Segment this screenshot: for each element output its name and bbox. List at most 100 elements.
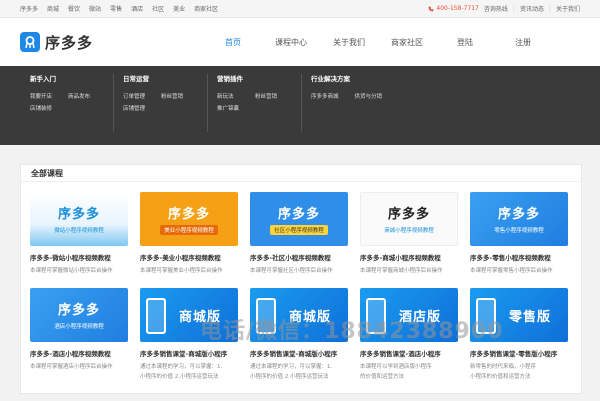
divider (113, 74, 114, 132)
thumb-title: 序多多 (57, 207, 100, 222)
course-desc: 通过本课程的学习，可以掌握：1. (140, 364, 223, 370)
link-hotline[interactable]: 咨询热线 (484, 4, 508, 13)
menu-column-title: 日常运营 (123, 75, 149, 83)
course-desc-line2: 的价值和运营方法 (360, 374, 405, 380)
menu-link[interactable]: 推广锦囊 (217, 104, 239, 112)
menu-link[interactable]: 订单管理 (123, 92, 145, 100)
menu-column-solutions: 行业解决方案 序多多商城 供货与分销 (311, 73, 382, 100)
menu-link[interactable]: 店铺管理 (123, 104, 145, 112)
logo[interactable]: 序多多 (20, 32, 170, 53)
course-title[interactable]: 序多多-社区小程序视频教程 (250, 252, 348, 262)
menu-link[interactable]: 新玩法 (217, 92, 239, 100)
course-desc: 本课程可掌握社区小程序后台操作 (250, 268, 333, 274)
logo-icon (20, 32, 40, 52)
top-link-catering[interactable]: 餐饮 (68, 4, 80, 13)
thumb-title: 零售版 (508, 309, 551, 325)
phone-illustration (146, 298, 166, 334)
main-nav: 首页 课程中心 关于我们 商家社区 登陆 注册 (204, 37, 552, 48)
course-title[interactable]: 序多多-美业小程序视频教程 (140, 252, 238, 262)
divider (301, 74, 302, 132)
course-thumbnail[interactable]: 序多多 商城小程序视频教程 (360, 192, 458, 246)
menu-column-title: 营销插件 (217, 75, 243, 83)
course-desc: 本课程可掌握酒店小程序后台操作 (30, 364, 113, 370)
course-thumbnail[interactable]: 序多多 零售小程序视频教程 (470, 192, 568, 246)
course-thumbnail[interactable]: 序多多 酒店小程序视频教程 (30, 288, 128, 342)
menu-link[interactable]: 粉丝营销 (255, 92, 277, 100)
course-thumbnail[interactable]: 序多多 微站小程序视频教程 (30, 192, 128, 246)
course-card[interactable]: 序多多 酒店小程序视频教程 序多多-酒店小程序视频教程 本课程可掌握酒店小程序后… (30, 288, 128, 380)
course-title[interactable]: 序多多-商城小程序视频教程 (360, 252, 458, 262)
top-link-retail[interactable]: 零售 (110, 4, 122, 13)
nav-home[interactable]: 首页 (204, 37, 262, 48)
top-link-home[interactable]: 序多多 (20, 4, 38, 13)
course-card[interactable]: 酒店版 序多多销售课堂-酒店小程序 本课程可以学到酒店版小程序 的价值和运营方法 (360, 288, 458, 380)
thumb-title: 序多多 (387, 207, 430, 222)
course-card[interactable]: 商城版 序多多销售课堂-商城版小程序 通过本课程的学习，可以掌握：1. 小程序的… (140, 288, 238, 380)
course-card[interactable]: 序多多 零售小程序视频教程 序多多-零售小程序视频教程 本课程可掌握零售小程序后… (470, 192, 568, 274)
course-card[interactable]: 序多多 商城小程序视频教程 序多多-商城小程序视频教程 本课程可掌握商城小程序后… (360, 192, 458, 274)
course-card[interactable]: 序多多 美业小程序视频教程 序多多-美业小程序视频教程 本课程可掌握美业小程序后… (140, 192, 238, 274)
menu-link[interactable]: 供货与分销 (355, 92, 383, 100)
top-link-merchant-community[interactable]: 商家社区 (194, 4, 218, 13)
link-about[interactable]: 关于我们 (556, 4, 580, 13)
menu-link[interactable]: 商品发布 (68, 92, 90, 100)
divider: | (512, 5, 515, 12)
mega-menu: 新手入门 我要开店 商品发布 店铺装修 日常运营 订单管理 粉丝营销 店铺管理 … (0, 66, 600, 145)
course-title[interactable]: 序多多销售课堂-商城版小程序 (140, 348, 238, 358)
course-desc-line2: 小程序的价值和运营方法 (470, 374, 531, 380)
menu-column-beginner: 新手入门 我要开店 商品发布 店铺装修 (30, 73, 90, 112)
thumb-title: 序多多 (497, 207, 540, 222)
top-link-hotel[interactable]: 酒店 (131, 4, 143, 13)
menu-link[interactable]: 店铺装修 (30, 104, 52, 112)
course-title[interactable]: 序多多销售课堂-零售版小程序 (470, 348, 568, 358)
divider (207, 74, 208, 132)
nav-courses[interactable]: 课程中心 (262, 37, 320, 48)
nav-community[interactable]: 商家社区 (378, 37, 436, 48)
course-desc: 本课程可掌握商城小程序后台操作 (360, 268, 443, 274)
course-card[interactable]: 商城版 序多多销售课堂-商城版小程序 通过本课程的学习，可以掌握：1. 小程序的… (250, 288, 348, 380)
menu-column-title: 新手入门 (30, 75, 56, 83)
top-bar: 序多多 商城 餐饮 微站 零售 酒店 社区 美业 商家社区 400-158-77… (0, 0, 600, 18)
course-thumbnail[interactable]: 酒店版 (360, 288, 458, 342)
thumb-subtitle: 微站小程序视频教程 (54, 228, 104, 234)
menu-link[interactable]: 粉丝营销 (161, 92, 183, 100)
course-desc: 本课程可以学到酒店版小程序 (360, 364, 432, 370)
course-thumbnail[interactable]: 序多多 美业小程序视频教程 (140, 192, 238, 246)
course-card[interactable]: 零售版 序多多销售课堂-零售版小程序 新零售的时代来临，小程序 小程序的价值和运… (470, 288, 568, 380)
course-thumbnail[interactable]: 零售版 (470, 288, 568, 342)
top-link-beauty[interactable]: 美业 (173, 4, 185, 13)
top-right: 400-158-7717 咨询热线 | 资讯动态 | 关于我们 (428, 4, 580, 13)
nav-register[interactable]: 注册 (494, 37, 552, 48)
course-card[interactable]: 序多多 社区小程序视频教程 序多多-社区小程序视频教程 本课程可掌握社区小程序后… (250, 192, 348, 274)
course-title[interactable]: 序多多-零售小程序视频教程 (470, 252, 568, 262)
menu-link[interactable]: 序多多商城 (311, 92, 339, 100)
phone-number: 400-158-7717 (428, 5, 479, 12)
course-thumbnail[interactable]: 商城版 (140, 288, 238, 342)
course-title[interactable]: 序多多销售课堂-酒店小程序 (360, 348, 458, 358)
menu-column-title: 行业解决方案 (311, 75, 350, 83)
thumb-title: 序多多 (57, 303, 100, 318)
course-desc: 新零售的时代来临，小程序 (470, 364, 537, 370)
thumb-title: 商城版 (178, 309, 221, 325)
course-thumbnail[interactable]: 序多多 社区小程序视频教程 (250, 192, 348, 246)
top-link-microsite[interactable]: 微站 (89, 4, 101, 13)
thumb-subtitle: 零售小程序视频教程 (494, 228, 544, 234)
top-link-community[interactable]: 社区 (152, 4, 164, 13)
menu-column-plugins: 营销插件 新玩法 粉丝营销 推广锦囊 (217, 73, 277, 112)
thumb-subtitle: 酒店小程序视频教程 (54, 324, 104, 330)
thumb-title: 序多多 (167, 207, 210, 222)
menu-link[interactable]: 我要开店 (30, 92, 52, 100)
course-desc: 本课程可掌握美业小程序后台操作 (140, 268, 223, 274)
course-card[interactable]: 序多多 微站小程序视频教程 序多多-微站小程序视频教程 本课程可掌握微站小程序后… (30, 192, 128, 274)
logo-text: 序多多 (45, 33, 94, 52)
nav-login[interactable]: 登陆 (436, 37, 494, 48)
course-title[interactable]: 序多多-酒店小程序视频教程 (30, 348, 128, 358)
course-desc: 通过本课程的学习，可以掌握：1. (250, 364, 333, 370)
top-link-mall[interactable]: 商城 (47, 4, 59, 13)
course-thumbnail[interactable]: 商城版 (250, 288, 348, 342)
nav-about[interactable]: 关于我们 (320, 37, 378, 48)
course-title[interactable]: 序多多销售课堂-商城版小程序 (250, 348, 348, 358)
course-title[interactable]: 序多多-微站小程序视频教程 (30, 252, 128, 262)
link-news[interactable]: 资讯动态 (520, 4, 544, 13)
course-desc-line2: 小程序的价值 2.小程序运营玩法 (250, 374, 329, 380)
